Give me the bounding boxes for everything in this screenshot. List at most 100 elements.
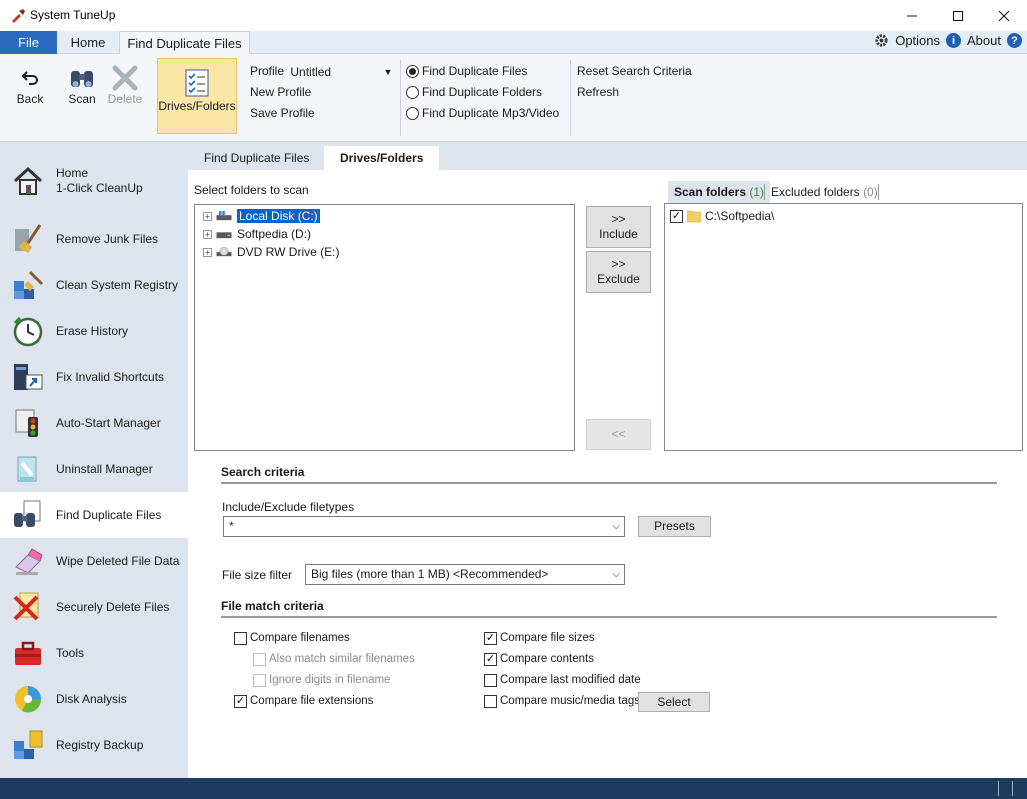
binoculars-icon [60, 64, 104, 92]
radio-find-duplicate-folders[interactable]: Find Duplicate Folders [406, 82, 559, 103]
expand-icon[interactable]: + [203, 229, 212, 239]
ignore-digits-checkbox[interactable] [253, 673, 266, 687]
delete-label: Delete [107, 92, 143, 106]
radio-selected[interactable] [406, 65, 419, 78]
exclude-button[interactable]: >> Exclude [586, 251, 651, 293]
compare-sizes-option[interactable]: ✓ Compare file sizes [484, 629, 595, 647]
profile-select[interactable]: Untitled ▼ [287, 63, 395, 81]
similar-filenames-option[interactable]: Also match similar filenames [253, 650, 415, 668]
presets-button[interactable]: Presets [638, 516, 711, 537]
sidebar-item-remove-junk-files[interactable]: Remove Junk Files [0, 216, 188, 262]
file-match-criteria-title: File match criteria [221, 599, 324, 613]
sidebar-item-securely-delete-files[interactable]: Securely Delete Files [0, 584, 188, 630]
chevron-down-icon: ⌵ [612, 569, 620, 580]
tab-excluded-folders[interactable]: Excluded folders (0) [765, 181, 884, 203]
radio-find-duplicate-mp3-video[interactable]: Find Duplicate Mp3/Video [406, 103, 559, 124]
sidebar-item-label: Home [56, 166, 89, 180]
main-panel: Find Duplicate Files Drives/Folders Sele… [188, 142, 1027, 778]
subtab-drives-folders[interactable]: Drives/Folders [324, 146, 440, 170]
compare-filenames-option[interactable]: Compare filenames [234, 629, 350, 647]
ignore-digits-label: Ignore digits in filename [269, 674, 391, 686]
folder-icon [687, 210, 701, 223]
tab-file[interactable]: File [0, 31, 57, 54]
save-profile-link[interactable]: Save Profile [250, 103, 395, 124]
compare-contents-option[interactable]: ✓ Compare contents [484, 650, 594, 668]
help-icon[interactable]: ? [1007, 33, 1022, 48]
tree-node-local-disk-c[interactable]: + Local Disk (C:) [203, 207, 321, 225]
broom-icon [15, 224, 42, 253]
delete-button[interactable]: Delete [103, 64, 147, 106]
compare-filenames-checkbox[interactable] [234, 631, 247, 645]
drives-folders-label: Drives/Folders [158, 99, 236, 113]
compare-music-checkbox[interactable] [484, 694, 497, 708]
folder-tree[interactable]: + Local Disk (C:) + Softpedia (D:) + DVD… [194, 204, 575, 451]
tab-home[interactable]: Home [57, 31, 119, 54]
section-divider [221, 616, 997, 618]
search-criteria-title: Search criteria [221, 465, 305, 479]
compare-contents-checkbox[interactable]: ✓ [484, 652, 497, 666]
profile-group: Profile Untitled ▼ New Profile Save Prof… [250, 61, 395, 124]
sidebar-item-uninstall-manager[interactable]: Uninstall Manager [0, 446, 188, 492]
new-profile-link[interactable]: New Profile [250, 82, 395, 103]
sidebar-item-find-duplicate-files[interactable]: Find Duplicate Files [0, 492, 188, 538]
radio-label: Find Duplicate Folders [422, 85, 543, 99]
tree-node-softpedia-d[interactable]: + Softpedia (D:) [203, 225, 311, 243]
sidebar-item-tools[interactable]: Tools [0, 630, 188, 676]
radio-unselected[interactable] [406, 86, 419, 99]
sidebar-item-erase-history[interactable]: Erase History [0, 308, 188, 354]
remove-folder-button[interactable]: << [586, 419, 651, 450]
sidebar-item-registry-backup[interactable]: Registry Backup [0, 722, 188, 768]
scan-folder-path: C:\Softpedia\ [705, 209, 775, 223]
maximize-button[interactable] [935, 0, 981, 31]
title-bar: System TuneUp [0, 0, 1027, 31]
compare-extensions-label: Compare file extensions [250, 695, 374, 707]
compare-modified-option[interactable]: Compare last modified date [484, 671, 641, 689]
filetypes-combobox[interactable]: * ⌵ [223, 516, 625, 537]
compare-extensions-option[interactable]: ✓ Compare file extensions [234, 692, 373, 710]
refresh-link[interactable]: Refresh [577, 82, 692, 103]
radio-unselected[interactable] [406, 107, 419, 120]
compare-modified-checkbox[interactable] [484, 673, 497, 687]
sidebar-item-disk-analysis[interactable]: Disk Analysis [0, 676, 188, 722]
compare-music-option[interactable]: Compare music/media tags [484, 692, 640, 710]
tree-node-dvd-rw-drive-e[interactable]: + DVD RW Drive (E:) [203, 243, 339, 261]
list-item[interactable]: ✓ C:\Softpedia\ [670, 207, 774, 225]
scan-button[interactable]: Scan [60, 64, 104, 106]
sidebar-item-wipe-deleted-file-data[interactable]: Wipe Deleted File Data [0, 538, 188, 584]
about-menu[interactable]: About [967, 33, 1001, 48]
similar-filenames-checkbox[interactable] [253, 652, 266, 666]
eraser-icon [15, 548, 43, 575]
radio-find-duplicate-files[interactable]: Find Duplicate Files [406, 61, 559, 82]
tab-scan-folders[interactable]: Scan folders (1) [668, 181, 771, 203]
sidebar-item-label: Registry Backup [56, 737, 144, 752]
sidebar-item-home[interactable]: Home 1-Click CleanUp [0, 158, 188, 204]
include-label: Include [599, 227, 638, 241]
options-menu[interactable]: Options [895, 33, 940, 48]
select-tags-button[interactable]: Select [638, 692, 710, 712]
compare-extensions-checkbox[interactable]: ✓ [234, 694, 247, 708]
include-button[interactable]: >> Include [586, 206, 651, 248]
scan-folder-list[interactable]: ✓ C:\Softpedia\ [664, 203, 1023, 451]
back-button[interactable]: Back [8, 64, 52, 106]
excluded-folders-count: (0) [863, 185, 878, 199]
house-icon [13, 166, 43, 195]
drives-folders-button[interactable]: Drives/Folders [157, 58, 237, 134]
sidebar-item-auto-start-manager[interactable]: Auto-Start Manager [0, 400, 188, 446]
subtab-find-duplicate-files[interactable]: Find Duplicate Files [188, 146, 325, 170]
reset-search-criteria-link[interactable]: Reset Search Criteria [577, 61, 692, 82]
sidebar-item-clean-system-registry[interactable]: Clean System Registry [0, 262, 188, 308]
tree-node-label: Local Disk (C:) [236, 208, 321, 224]
sidebar-item-label: Auto-Start Manager [56, 415, 161, 430]
minimize-button[interactable] [889, 0, 935, 31]
expand-icon[interactable]: + [203, 211, 212, 221]
scan-folder-checkbox[interactable]: ✓ [670, 209, 683, 223]
close-button[interactable] [981, 0, 1027, 31]
compare-sizes-checkbox[interactable]: ✓ [484, 631, 497, 645]
expand-icon[interactable]: + [203, 247, 212, 257]
window-title: System TuneUp [30, 8, 116, 22]
file-size-filter-select[interactable]: Big files (more than 1 MB) <Recommended>… [305, 564, 625, 585]
sidebar-item-fix-invalid-shortcuts[interactable]: Fix Invalid Shortcuts [0, 354, 188, 400]
tab-find-duplicate-files[interactable]: Find Duplicate Files [119, 31, 250, 55]
clock-icon [13, 316, 43, 347]
ignore-digits-option[interactable]: Ignore digits in filename [253, 671, 390, 689]
